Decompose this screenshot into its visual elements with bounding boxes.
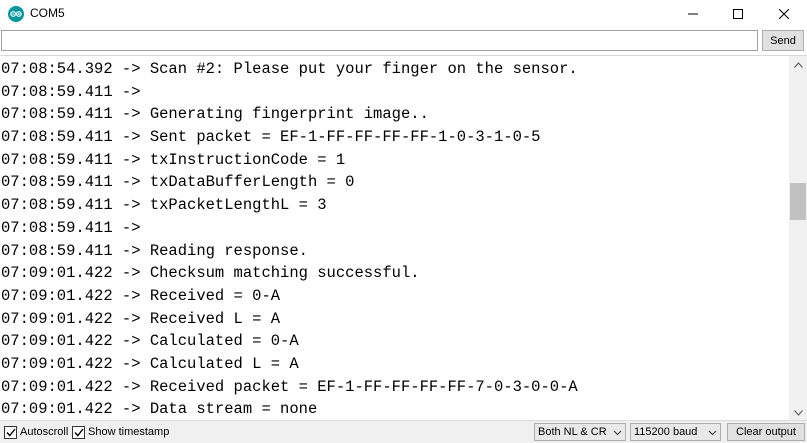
scroll-down-button[interactable] [789,404,807,420]
output-lines: 07:08:54.392 -> Scan #2: Please put your… [1,58,786,420]
send-button[interactable]: Send [762,30,804,51]
output-line: 07:08:59.411 -> txInstructionCode = 1 [1,150,346,169]
output-line: 07:09:01.422 -> Data stream = none [1,400,318,419]
timestamp-check-box[interactable] [72,425,85,439]
clear-output-button[interactable]: Clear output [727,423,805,441]
autoscroll-checkbox[interactable]: Autoscroll [4,424,68,440]
status-bar: Autoscroll Show timestamp Both NL & CR 1… [0,420,807,443]
output-line: 07:08:59.411 -> txPacketLengthL = 3 [1,196,327,215]
output-line: 07:08:59.411 -> txDataBufferLength = 0 [1,173,355,192]
title-bar: COM5 [0,0,807,28]
output-line: 07:09:01.422 -> Calculated L = A [1,354,299,373]
serial-input[interactable] [1,30,758,51]
output-line: 07:09:01.422 -> Received L = A [1,309,281,328]
scroll-up-button[interactable] [789,56,807,73]
arduino-logo-icon [8,6,24,22]
window-title: COM5 [30,6,65,20]
output-line: 07:09:01.422 -> Received packet = EF-1-F… [1,377,578,396]
minimize-icon [688,13,698,15]
maximize-button[interactable] [715,0,761,28]
output-line: 07:09:01.422 -> Calculated = 0-A [1,332,299,351]
output-line: 07:09:01.422 -> Checksum matching succes… [1,264,420,283]
output-line: 07:08:54.392 -> Scan #2: Please put your… [1,60,578,78]
autoscroll-check-box[interactable] [4,425,17,439]
output-line: 07:08:59.411 -> Reading response. [1,241,308,260]
chevron-up-icon [793,61,803,68]
show-timestamp-checkbox[interactable]: Show timestamp [72,424,169,440]
send-row: Send [0,29,807,53]
maximize-icon [733,9,743,19]
chevron-down-icon [708,430,717,436]
baud-rate-select[interactable]: 115200 baud [630,423,721,441]
baud-rate-value: 115200 baud [634,426,698,438]
close-button[interactable] [761,0,807,28]
checkmark-icon [73,428,84,437]
show-timestamp-label: Show timestamp [88,426,170,438]
close-icon [779,9,789,19]
vertical-scrollbar[interactable] [789,56,807,420]
minimize-button[interactable] [670,0,716,28]
line-ending-select[interactable]: Both NL & CR [534,423,626,441]
output-line: 07:08:59.411 -> [1,218,150,237]
autoscroll-label: Autoscroll [20,426,69,438]
checkmark-icon [5,428,16,437]
chevron-down-icon [793,409,803,416]
chevron-down-icon [613,430,622,436]
output-line: 07:09:01.422 -> Received = 0-A [1,286,281,305]
output-line: 07:08:59.411 -> Generating fingerprint i… [1,105,429,124]
serial-output: 07:08:54.392 -> Scan #2: Please put your… [0,55,807,420]
output-line: 07:08:59.411 -> Sent packet = EF-1-FF-FF… [1,128,541,147]
line-ending-value: Both NL & CR [538,426,607,438]
scrollbar-thumb[interactable] [790,183,806,220]
output-line: 07:08:59.411 -> [1,82,150,101]
